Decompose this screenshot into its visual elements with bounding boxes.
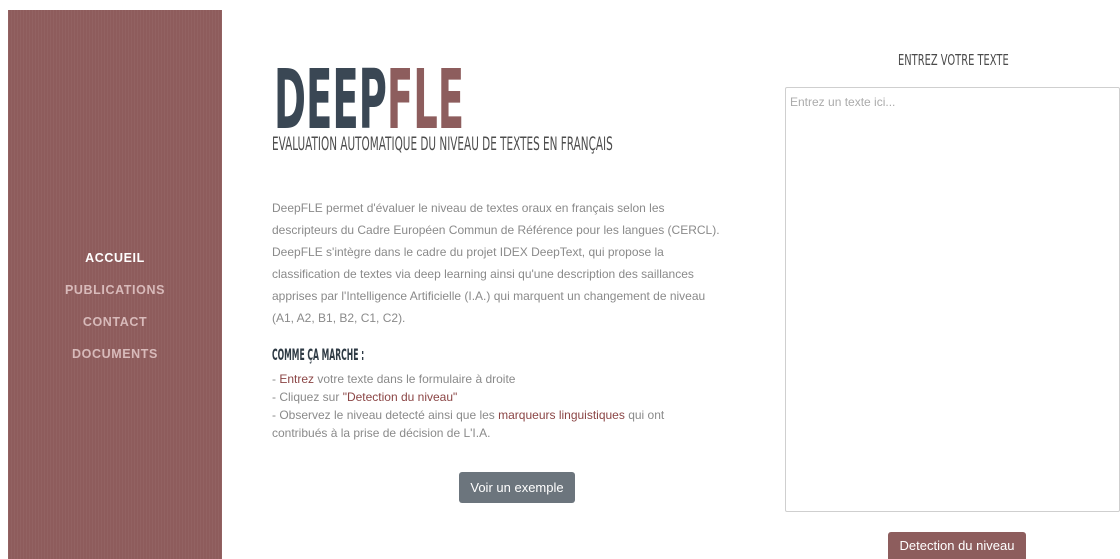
nav-item-contact[interactable]: CONTACT [83, 306, 147, 338]
step-suffix: votre texte dans le formulaire à droite [314, 372, 516, 386]
nav-item-documents[interactable]: DOCUMENTS [72, 338, 158, 370]
step-link-marqueurs[interactable]: marqueurs linguistiques [498, 408, 625, 422]
step-continuation: contribués à la prise de décision de L'I… [272, 426, 491, 440]
intro-line: (A1, A2, B1, B2, C1, C2). [272, 311, 406, 325]
how-it-works-steps: - Entrez votre texte dans le formulaire … [272, 370, 664, 442]
intro-paragraph: DeepFLE permet d'évaluer le niveau de te… [272, 197, 720, 329]
page-subtitle: EVALUATION AUTOMATIQUE DU NIVEAU DE TEXT… [272, 133, 613, 155]
brand-logo: DEEPFLE [274, 60, 464, 142]
how-it-works-heading: COMME ÇA MARCHE : [272, 345, 365, 364]
sidebar-nav: ACCUEIL PUBLICATIONS CONTACT DOCUMENTS [8, 242, 222, 370]
step-item: - Entrez votre texte dans le formulaire … [272, 370, 664, 388]
intro-line: classification de textes via deep learni… [272, 267, 694, 281]
intro-line: descripteurs du Cadre Européen Commun de… [272, 223, 720, 237]
step-link-detection[interactable]: "Detection du niveau" [343, 390, 458, 404]
intro-line: DeepFLE s'intègre dans le cadre du proje… [272, 245, 664, 259]
sidebar: ACCUEIL PUBLICATIONS CONTACT DOCUMENTS [8, 10, 222, 559]
step-prefix: - Observez le niveau detecté ainsi que l… [272, 408, 499, 422]
nav-item-publications[interactable]: PUBLICATIONS [65, 274, 165, 306]
step-suffix: qui ont [624, 408, 665, 422]
text-input[interactable] [785, 87, 1120, 512]
step-link-entrez[interactable]: Entrez [279, 372, 314, 386]
detect-level-button[interactable]: Detection du niveau [888, 532, 1026, 559]
intro-line: apprises par l'Intelligence Artificielle… [272, 289, 706, 303]
example-button[interactable]: Voir un exemple [459, 472, 575, 503]
step-prefix: - Cliquez sur [272, 390, 343, 404]
step-item: - Cliquez sur "Detection du niveau" [272, 388, 664, 406]
step-item: - Observez le niveau detecté ainsi que l… [272, 406, 664, 442]
intro-line: DeepFLE permet d'évaluer le niveau de te… [272, 201, 665, 215]
input-panel-heading: ENTREZ VOTRE TEXTE [898, 51, 1009, 69]
nav-item-accueil[interactable]: ACCUEIL [85, 242, 145, 274]
